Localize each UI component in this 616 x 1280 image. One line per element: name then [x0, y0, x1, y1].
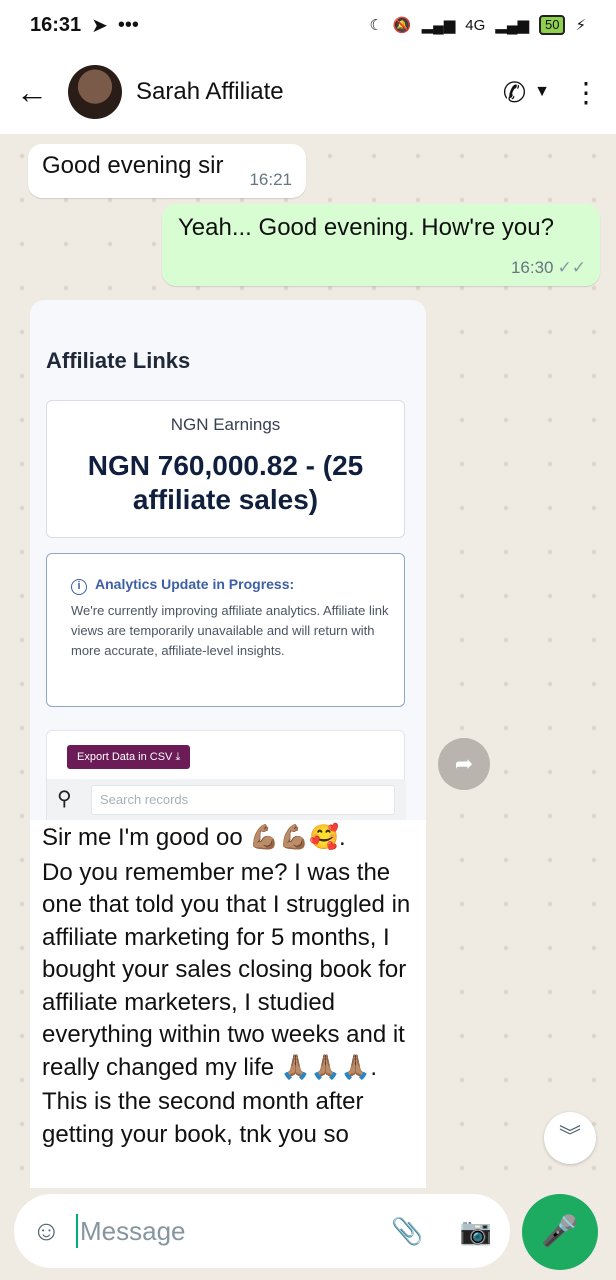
status-time: 16:31 — [30, 13, 82, 36]
notice-title-row: i Analytics Update in Progress: — [71, 576, 390, 595]
message-bubble-incoming-long[interactable]: Sir me I'm good oo 💪🏽💪🏽🥰. Do you remembe… — [30, 820, 426, 1188]
chat-area[interactable]: Good evening sir 16:21 Yeah... Good even… — [0, 134, 616, 1194]
notice-title: Analytics Update in Progress: — [95, 576, 295, 592]
attach-paperclip-icon[interactable]: 📎 — [391, 1216, 423, 1247]
message-time: 16:21 — [249, 170, 292, 189]
message-bubble-outgoing[interactable]: Yeah... Good evening. How're you? 16:30 ✓… — [162, 204, 600, 286]
download-icon: ⤓ — [175, 751, 181, 763]
status-bar: 16:31 ➤ ••• ☾ 🔕 ▂▄▆ 4G ▂▄▆ 50 ⚡ — [0, 0, 616, 50]
double-check-icon: ✓✓ — [557, 258, 587, 277]
sticker-emoji-icon[interactable]: ☺ — [32, 1215, 76, 1247]
avatar[interactable] — [68, 65, 122, 119]
camera-icon[interactable]: 📷 — [460, 1216, 492, 1247]
call-dropdown-icon[interactable]: ▼ — [534, 83, 550, 101]
earnings-value: NGN 760,000.82 - (25 affiliate sales) — [87, 450, 364, 515]
microphone-icon[interactable]: 🎤 — [522, 1194, 598, 1270]
text-cursor — [76, 1214, 78, 1248]
message-input[interactable]: ☺ Message 📎 📷 — [14, 1194, 510, 1268]
contact-name[interactable]: Sarah Affiliate — [136, 78, 284, 106]
forward-icon[interactable]: ➦ — [438, 738, 490, 790]
signal-icon-2: ▂▄▆ — [495, 17, 529, 34]
signal-icon: ▂▄▆ — [421, 17, 456, 34]
export-csv-button: Export Data in CSV ⤓ — [67, 745, 191, 769]
message-time: 16:30 — [510, 258, 554, 277]
affiliate-links-title: Affiliate Links — [46, 348, 191, 373]
mute-icon: 🔕 — [392, 17, 412, 34]
more-dots-icon: ••• — [117, 13, 139, 36]
charging-icon: ⚡ — [575, 17, 586, 34]
back-arrow-icon[interactable]: ← — [16, 74, 56, 111]
scroll-down-chevron-icon[interactable]: ︾ — [544, 1112, 596, 1164]
search-icon: ⚲ — [57, 788, 72, 810]
earnings-label: NGN Earnings — [170, 415, 281, 434]
message-text: Yeah... Good evening. How're you? — [178, 214, 554, 241]
chat-header: ← Sarah Affiliate ✆ ▼ ⋮ — [0, 50, 616, 134]
message-text-body: Do you remember me? I was the one that t… — [42, 858, 411, 1081]
phone-call-icon[interactable]: ✆ — [503, 76, 526, 109]
export-panel: Export Data in CSV ⤓ ⚲ Search records — [46, 730, 406, 820]
telegram-icon: ➤ — [91, 14, 108, 37]
message-text-last: This is the second month after getting y… — [42, 1088, 364, 1148]
shared-screenshot-image[interactable]: Affiliate Links NGN Earnings NGN 760,000… — [30, 300, 426, 820]
input-bar: ☺ Message 📎 📷 🎤 — [0, 1194, 616, 1280]
battery-level: 50 — [538, 15, 566, 35]
notice-body: We're currently improving affiliate anal… — [71, 603, 389, 658]
search-records-field: Search records — [91, 785, 395, 815]
export-button-label: Export Data in CSV — [77, 751, 173, 763]
network-type: 4G — [465, 16, 486, 34]
dnd-moon-icon: ☾ — [369, 17, 383, 34]
message-text-line-1: Sir me I'm good oo 💪🏽💪🏽🥰. — [42, 824, 346, 851]
analytics-notice: i Analytics Update in Progress: We're cur… — [46, 553, 405, 707]
menu-dots-icon[interactable]: ⋮ — [572, 76, 600, 109]
message-meta: 16:30 ✓✓ — [511, 258, 586, 278]
search-row: ⚲ Search records — [47, 779, 406, 820]
info-icon: i — [71, 579, 87, 595]
message-placeholder[interactable]: Message — [80, 1216, 186, 1247]
earnings-card: NGN Earnings NGN 760,000.82 - (25 affili… — [46, 400, 405, 538]
message-text: Good evening sir — [42, 152, 224, 179]
message-bubble-incoming[interactable]: Good evening sir 16:21 — [28, 144, 306, 198]
